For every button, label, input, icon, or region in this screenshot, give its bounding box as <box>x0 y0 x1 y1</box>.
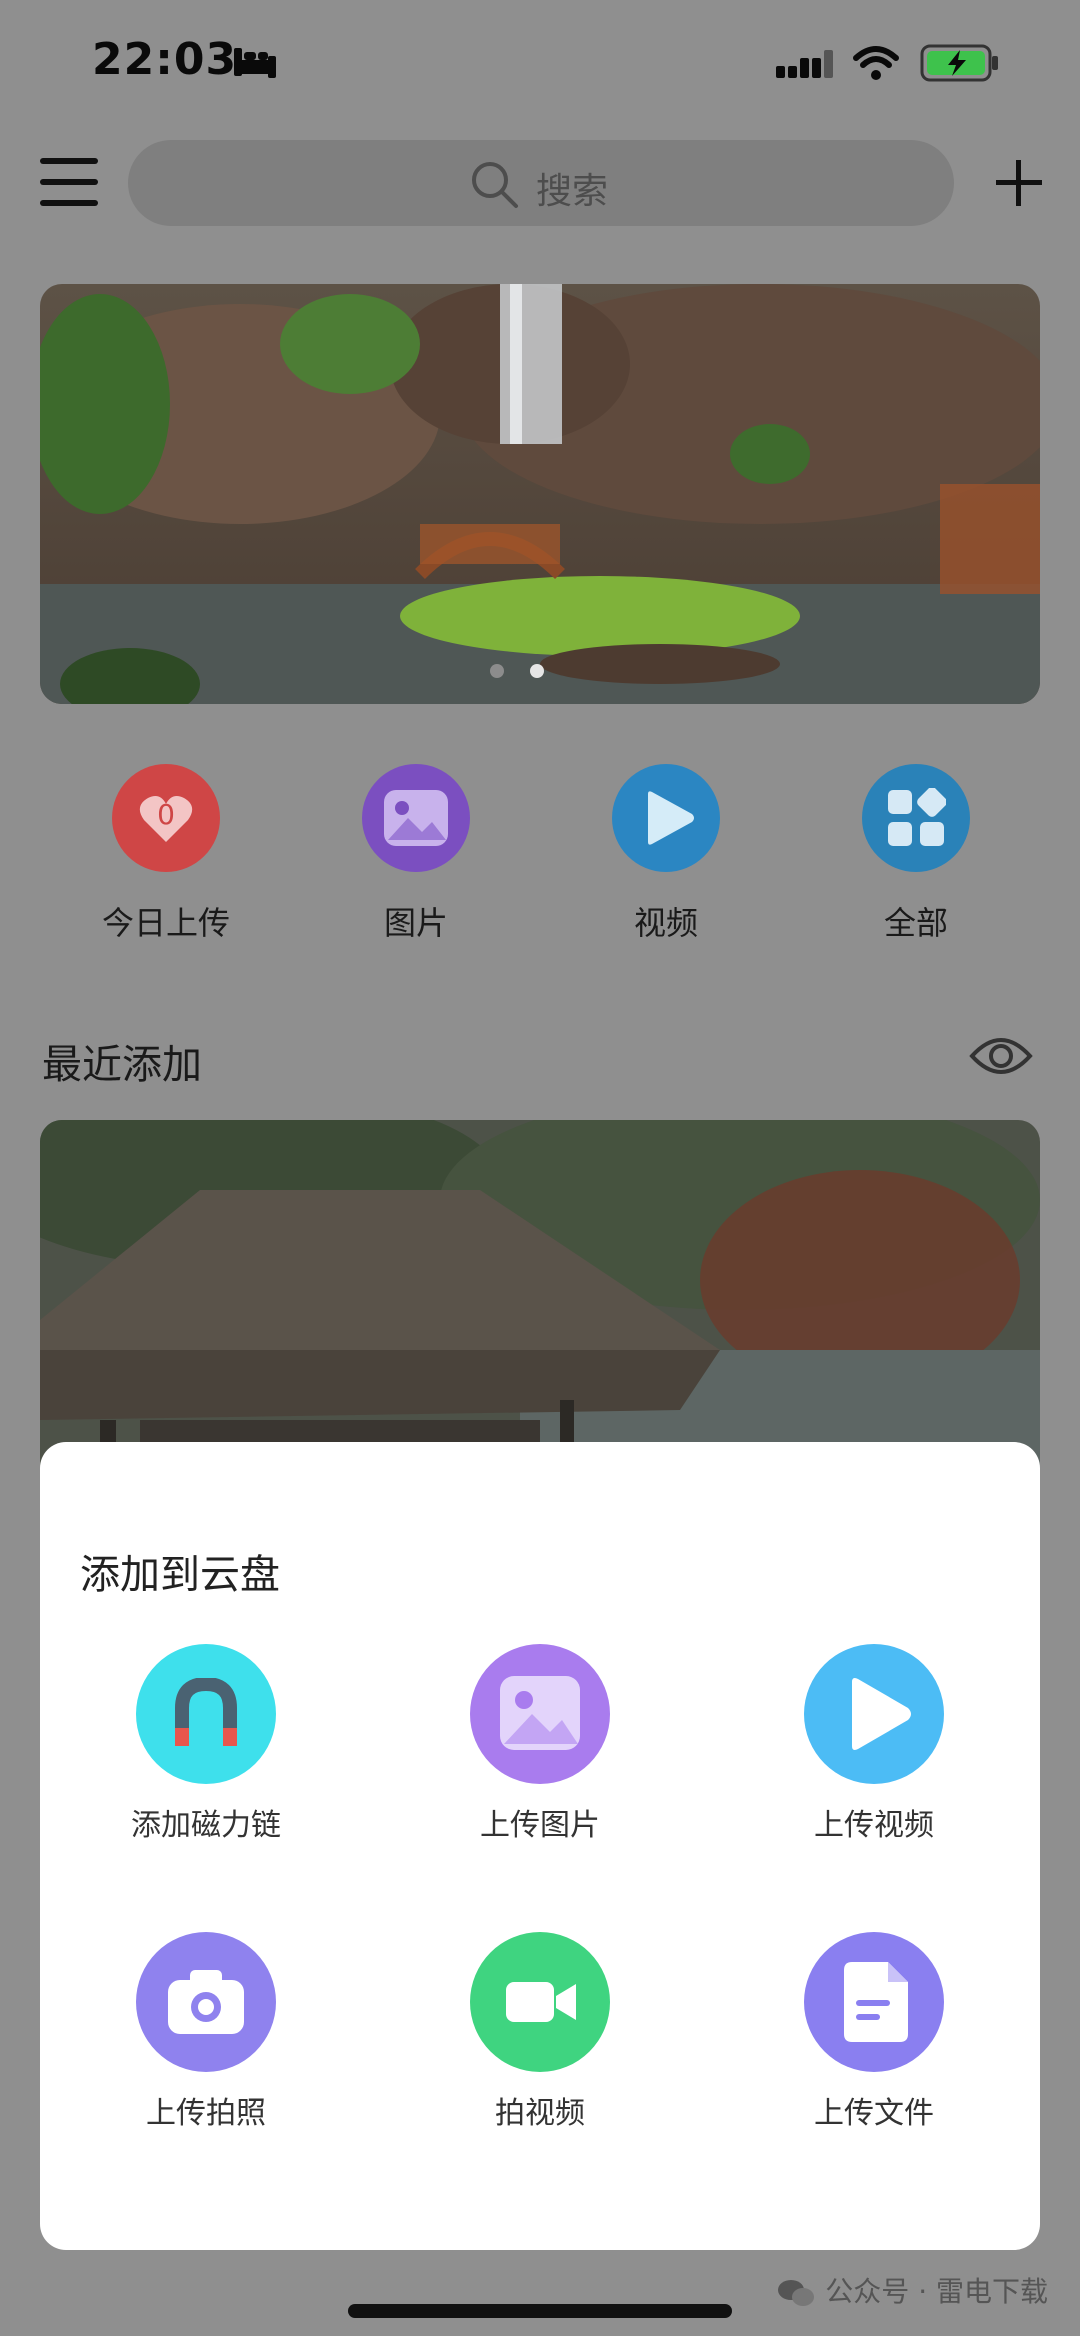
watermark-text: 公众号 · 雷电下载 <box>825 2275 1048 2308</box>
category-today-upload[interactable]: 0 今日上传 <box>76 764 256 944</box>
category-label: 今日上传 <box>101 904 230 942</box>
category-images[interactable]: 图片 <box>326 764 506 944</box>
upload-file-button[interactable]: 上传文件 <box>744 1932 1004 2132</box>
status-bar: 22:03 <box>0 0 1080 120</box>
wifi-icon <box>853 46 899 80</box>
category-label: 图片 <box>383 904 448 942</box>
image-icon <box>362 764 470 872</box>
search-placeholder: 搜索 <box>536 171 609 212</box>
upload-video-button[interactable]: 上传视频 <box>744 1644 1004 1844</box>
action-label: 上传图片 <box>480 1808 600 1843</box>
battery-charging-icon <box>920 44 998 82</box>
heart-upload-icon: 0 <box>112 764 220 872</box>
play-icon <box>804 1644 944 1784</box>
menu-button[interactable] <box>40 154 98 210</box>
search-bar[interactable]: 搜索 <box>128 140 954 226</box>
home-indicator[interactable] <box>348 2304 732 2318</box>
add-magnet-link-button[interactable]: 添加磁力链 <box>76 1644 336 1844</box>
banner-image <box>40 284 1040 704</box>
recent-title: 最近添加 <box>42 1042 202 1088</box>
upload-photo-button[interactable]: 上传拍照 <box>76 1932 336 2132</box>
category-videos[interactable]: 视频 <box>576 764 756 944</box>
add-button[interactable] <box>994 158 1044 208</box>
record-video-button[interactable]: 拍视频 <box>410 1932 670 2132</box>
carousel-dot-1[interactable] <box>490 664 504 678</box>
watermark: 公众号 · 雷电下载 <box>776 2270 1048 2310</box>
plus-icon <box>996 160 1042 206</box>
eye-icon <box>969 1038 1033 1074</box>
visibility-toggle-button[interactable] <box>968 1030 1034 1082</box>
sheet-title: 添加到云盘 <box>80 1552 280 1598</box>
upload-image-button[interactable]: 上传图片 <box>410 1644 670 1844</box>
sleep-bed-icon <box>234 48 276 78</box>
category-label: 全部 <box>883 904 948 942</box>
camera-icon <box>136 1932 276 2072</box>
search-icon <box>472 162 518 208</box>
add-to-cloud-sheet: 添加到云盘 添加磁力链 上传图片 上传视频 上传拍照 拍视频 上传文件 <box>40 1442 1040 2250</box>
action-label: 拍视频 <box>495 2096 585 2131</box>
action-label: 上传视频 <box>814 1808 934 1843</box>
cellular-signal-icon <box>776 50 833 78</box>
magnet-icon <box>136 1644 276 1784</box>
banner-carousel[interactable] <box>40 284 1040 704</box>
carousel-dot-2[interactable] <box>530 664 544 678</box>
hamburger-menu-icon <box>40 158 98 206</box>
action-label: 添加磁力链 <box>131 1808 281 1843</box>
image-icon <box>470 1644 610 1784</box>
category-label: 视频 <box>633 904 698 942</box>
wechat-icon <box>778 2280 815 2306</box>
action-label: 上传拍照 <box>146 2096 266 2131</box>
play-icon <box>612 764 720 872</box>
video-camera-icon <box>470 1932 610 2072</box>
category-all[interactable]: 全部 <box>826 764 1006 944</box>
grid-icon <box>862 764 970 872</box>
document-icon <box>804 1932 944 2072</box>
status-time: 22:03 <box>92 34 238 85</box>
today-upload-count: 0 <box>157 798 175 831</box>
action-label: 上传文件 <box>814 2096 934 2131</box>
